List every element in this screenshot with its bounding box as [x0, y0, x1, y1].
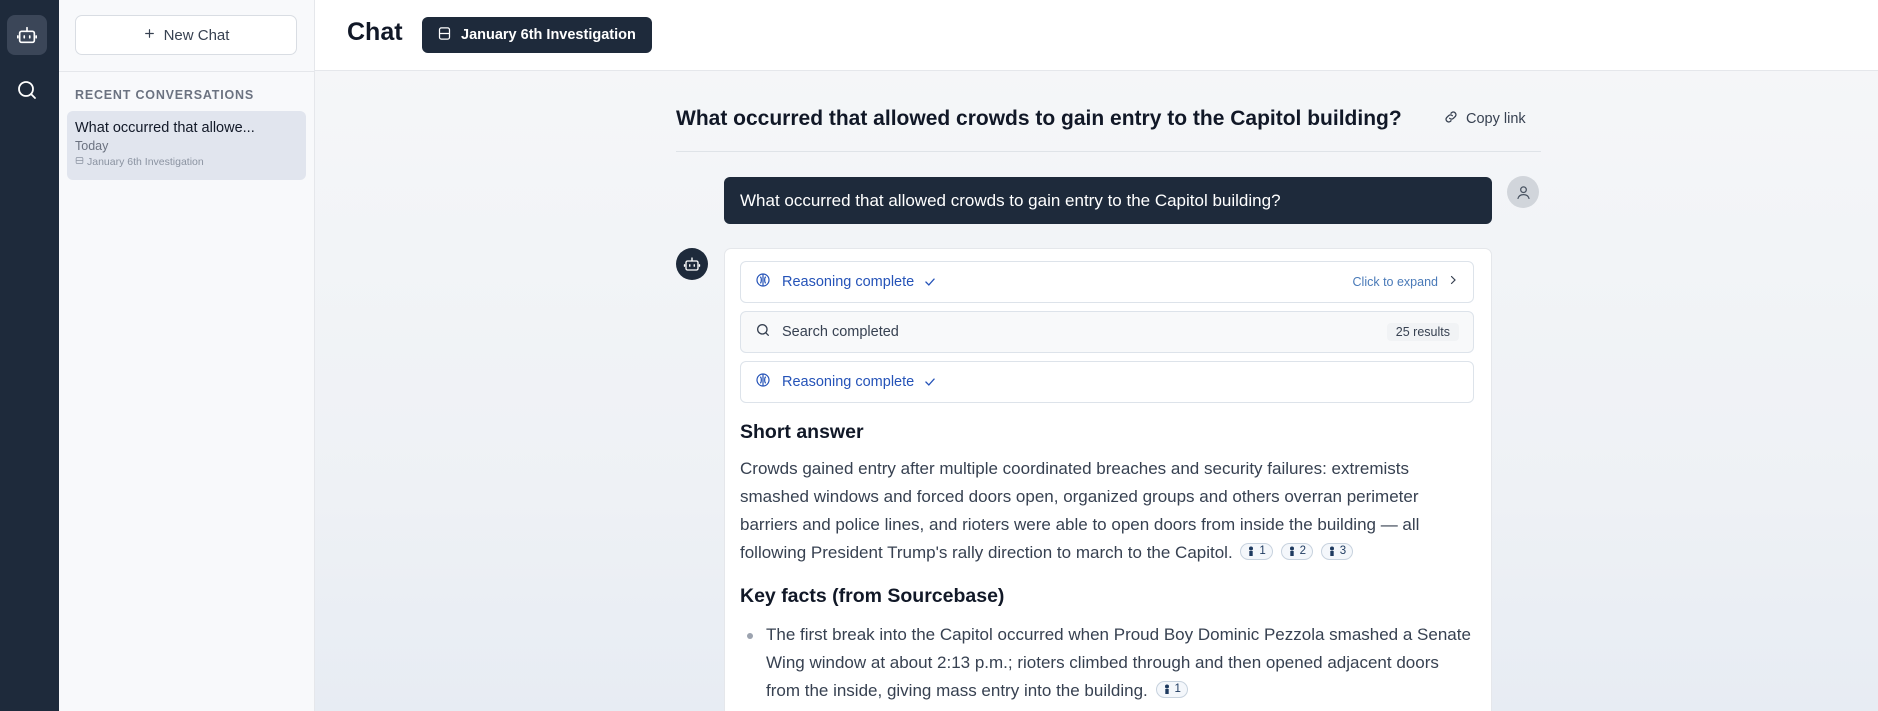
bullet-dot [747, 633, 753, 639]
source-icon [1289, 546, 1294, 556]
search-icon [755, 322, 771, 342]
header-divider [676, 151, 1541, 152]
plus-icon [143, 27, 156, 44]
conversation-collection: January 6th Investigation [75, 156, 298, 168]
left-rail [0, 0, 59, 711]
key-facts-heading: Key facts (from Sourcebase) [740, 585, 1005, 607]
expand-button[interactable]: Click to expand [1353, 274, 1459, 289]
brain-icon [755, 372, 771, 392]
check-icon [923, 375, 937, 389]
check-icon [923, 275, 937, 289]
link-icon [1443, 109, 1459, 129]
conversation-item[interactable]: What occurred that allowe... Today Janua… [67, 111, 306, 180]
citation-number: 1 [1174, 682, 1181, 695]
search-icon[interactable] [7, 70, 47, 110]
collection-label: January 6th Investigation [461, 27, 636, 43]
reasoning-step-label: Reasoning complete [782, 274, 915, 290]
conversation-title: What occurred that allowe... [75, 120, 255, 136]
new-chat-button[interactable]: New Chat [75, 15, 297, 55]
database-icon [75, 156, 84, 168]
conversation-date: Today [75, 139, 109, 153]
question-title: What occurred that allowed crowds to gai… [676, 107, 1402, 130]
page-title: Chat [347, 18, 403, 46]
short-answer-text: Crowds gained entry after multiple coord… [740, 459, 1420, 562]
results-count-badge: 25 results [1386, 323, 1459, 341]
key-fact-text: The first break into the Capitol occurre… [766, 625, 1471, 700]
citation-chip[interactable]: 1 [1240, 542, 1273, 560]
sidebar-divider [59, 71, 315, 72]
assistant-avatar [676, 248, 708, 280]
citation-chip[interactable]: 2 [1280, 542, 1313, 560]
short-answer-paragraph: Crowds gained entry after multiple coord… [740, 455, 1475, 567]
search-step-label: Search completed [782, 324, 899, 340]
sidebar: New Chat RECENT CONVERSATIONS What occur… [59, 0, 315, 711]
main-area: Chat January 6th Investigation What occu… [315, 0, 1878, 711]
copy-link-button[interactable]: Copy link [1443, 109, 1526, 129]
expand-label: Click to expand [1352, 274, 1438, 289]
copy-link-label: Copy link [1466, 111, 1526, 127]
chevron-right-icon [1447, 274, 1459, 289]
brain-icon [755, 272, 771, 292]
reasoning-step-label: Reasoning complete [782, 374, 915, 390]
citation-number: 1 [1259, 544, 1266, 557]
citation-chip[interactable]: 1 [1155, 680, 1188, 698]
top-bar: Chat January 6th Investigation [315, 0, 1878, 71]
assistant-message: Reasoning complete Click to expand Searc… [724, 248, 1492, 711]
citation-number: 3 [1339, 544, 1347, 557]
collection-selector[interactable]: January 6th Investigation [422, 17, 652, 53]
user-avatar [1507, 176, 1539, 208]
user-message: What occurred that allowed crowds to gai… [724, 177, 1492, 224]
reasoning-step[interactable]: Reasoning complete [740, 361, 1474, 403]
source-icon [1164, 684, 1169, 694]
search-step[interactable]: Search completed 25 results [740, 311, 1474, 353]
bot-icon[interactable] [7, 15, 47, 55]
user-message-text: What occurred that allowed crowds to gai… [740, 190, 1281, 210]
citation-number: 2 [1299, 544, 1306, 557]
citation-chip[interactable]: 3 [1320, 542, 1354, 560]
conversation-collection-label: January 6th Investigation [87, 156, 204, 168]
new-chat-label: New Chat [163, 26, 230, 44]
key-fact-item: The first break into the Capitol occurre… [766, 621, 1476, 705]
source-icon [1329, 546, 1334, 556]
recent-conversations-label: RECENT CONVERSATIONS [75, 88, 254, 102]
source-icon [1249, 546, 1254, 556]
database-icon [437, 26, 452, 45]
short-answer-heading: Short answer [740, 421, 864, 443]
reasoning-step[interactable]: Reasoning complete Click to expand [740, 261, 1474, 303]
